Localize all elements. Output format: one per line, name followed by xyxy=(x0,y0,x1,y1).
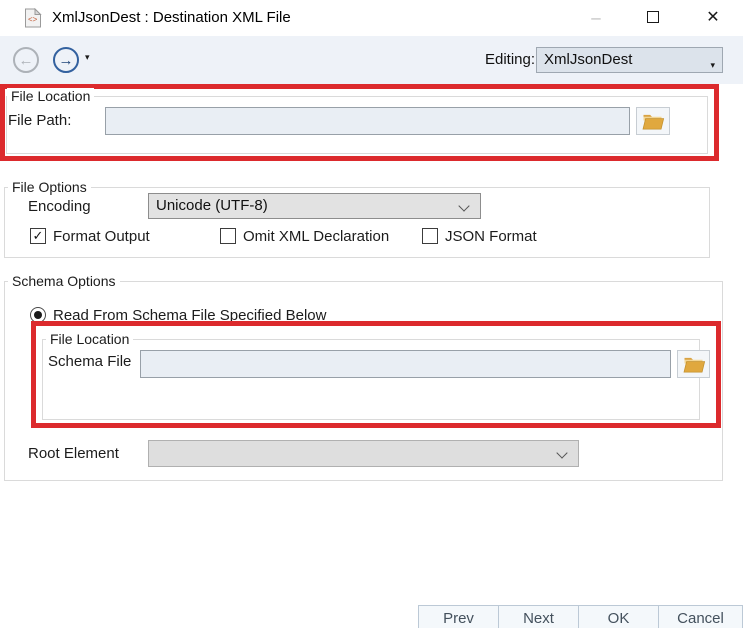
back-button[interactable]: ← xyxy=(13,47,39,73)
editing-object-value: XmlJsonDest xyxy=(544,51,632,68)
svg-text:<>: <> xyxy=(28,15,38,24)
checkbox-json-format[interactable] xyxy=(422,228,438,244)
forward-dropdown-caret-icon[interactable]: ▾ xyxy=(85,52,90,63)
checkbox-format-output[interactable]: ✓ xyxy=(30,228,46,244)
xml-file-icon: <> xyxy=(24,8,42,28)
window-title: XmlJsonDest : Destination XML File xyxy=(52,0,291,36)
root-element-dropdown[interactable] xyxy=(148,440,579,467)
root-element-label: Root Element xyxy=(28,445,119,462)
browse-file-path-button[interactable] xyxy=(636,107,670,135)
file-location-legend: File Location xyxy=(7,88,94,104)
cancel-button[interactable]: Cancel xyxy=(658,605,743,628)
chevron-down-icon xyxy=(556,447,567,458)
json-format-label[interactable]: JSON Format xyxy=(445,228,537,245)
maximize-button[interactable] xyxy=(632,0,674,36)
minimize-button[interactable]: – xyxy=(575,0,617,36)
file-path-input[interactable] xyxy=(105,107,630,135)
schema-options-legend: Schema Options xyxy=(8,273,120,289)
schema-file-input[interactable] xyxy=(140,350,671,378)
maximize-icon xyxy=(647,11,659,23)
back-arrow-icon: ← xyxy=(19,52,34,69)
ok-button[interactable]: OK xyxy=(578,605,659,628)
encoding-label: Encoding xyxy=(28,198,91,215)
checkbox-omit-xml-declaration[interactable] xyxy=(220,228,236,244)
close-button[interactable]: ✕ xyxy=(692,0,734,36)
browse-schema-file-button[interactable] xyxy=(677,350,710,378)
prev-button[interactable]: Prev xyxy=(418,605,499,628)
encoding-value: Unicode (UTF-8) xyxy=(156,197,268,214)
forward-button[interactable]: → xyxy=(53,47,79,73)
chevron-down-icon xyxy=(458,200,469,211)
open-folder-icon xyxy=(641,112,665,131)
navigation-toolbar: ← → ▾ Editing: XmlJsonDest ▾ xyxy=(0,36,743,84)
file-options-legend: File Options xyxy=(8,179,91,195)
schema-file-label: Schema File xyxy=(48,353,131,370)
file-path-label: File Path: xyxy=(8,112,71,129)
chevron-down-icon: ▾ xyxy=(710,53,715,77)
schema-file-location-legend: File Location xyxy=(46,331,133,347)
dialog-window: <> XmlJsonDest : Destination XML File – … xyxy=(0,0,743,628)
next-button[interactable]: Next xyxy=(498,605,579,628)
forward-arrow-icon: → xyxy=(59,52,74,69)
omit-xml-declaration-label[interactable]: Omit XML Declaration xyxy=(243,228,389,245)
editing-label: Editing: xyxy=(485,36,535,84)
format-output-label[interactable]: Format Output xyxy=(53,228,150,245)
encoding-dropdown[interactable]: Unicode (UTF-8) xyxy=(148,193,481,219)
title-bar: <> XmlJsonDest : Destination XML File – … xyxy=(0,0,743,36)
open-folder-icon xyxy=(682,355,706,374)
editing-object-dropdown[interactable]: XmlJsonDest ▾ xyxy=(536,47,723,73)
